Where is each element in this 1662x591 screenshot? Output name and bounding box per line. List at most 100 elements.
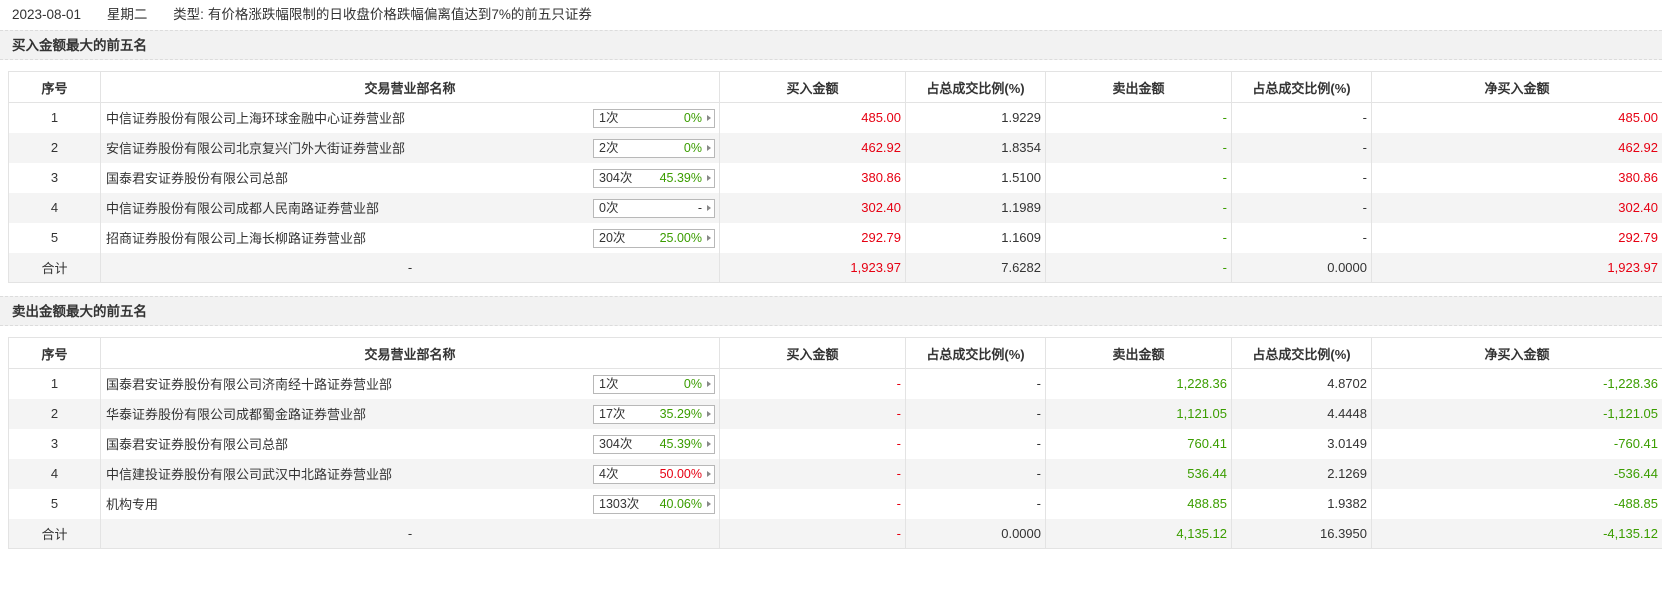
- dept-name-link[interactable]: 中信证券股份有限公司成都人民南路证券营业部: [106, 198, 379, 217]
- col-seq: 序号: [8, 337, 101, 369]
- dept-name-link[interactable]: 国泰君安证券股份有限公司总部: [106, 168, 288, 187]
- listing-frequency-button[interactable]: 17次 35.29%: [593, 404, 715, 424]
- listing-frequency-button[interactable]: 1303次 40.06%: [593, 494, 715, 514]
- sell-ratio: 1.9382: [1231, 488, 1372, 519]
- sell-ratio: -: [1231, 162, 1372, 193]
- buy-ratio: -: [905, 458, 1046, 489]
- buy-ratio: 1.1989: [905, 192, 1046, 223]
- sell-amount: -: [1045, 132, 1232, 163]
- success-rate: 0%: [683, 140, 702, 155]
- buy-amount: -: [719, 488, 906, 519]
- net-buy-amount: -1,121.05: [1371, 398, 1662, 429]
- caret-right-icon: [707, 204, 711, 211]
- dept-cell: 国泰君安证券股份有限公司济南经十路证券营业部 1次 0%: [100, 368, 720, 399]
- sell-ratio: 2.1269: [1231, 458, 1372, 489]
- table-row: 2 安信证券股份有限公司北京复兴门外大街证券营业部 2次 0% 462.92 1.8354…: [8, 132, 1662, 163]
- listing-count: 304次: [599, 436, 633, 451]
- total-sell-ratio: 0.0000: [1231, 252, 1372, 283]
- caret-right-icon: [707, 144, 711, 151]
- dept-cell: 中信证券股份有限公司成都人民南路证券营业部 0次 -: [100, 192, 720, 223]
- total-buy-amount: -: [719, 518, 906, 549]
- dept-name-link[interactable]: 中信证券股份有限公司上海环球金融中心证券营业部: [106, 108, 405, 127]
- listing-frequency-button[interactable]: 0次 -: [593, 198, 715, 218]
- buy-top5-table: 序号 交易营业部名称 买入金额 占总成交比例(%) 卖出金额 占总成交比例(%)…: [8, 71, 1662, 283]
- sell-ratio: 4.8702: [1231, 368, 1372, 399]
- row-seq: 4: [8, 192, 101, 223]
- caret-right-icon: [707, 381, 711, 387]
- listing-frequency-button[interactable]: 304次 45.39%: [593, 434, 715, 454]
- success-rate: 25.00%: [659, 230, 702, 245]
- row-seq: 5: [8, 488, 101, 519]
- dept-name-link[interactable]: 华泰证券股份有限公司成都蜀金路证券营业部: [106, 404, 366, 423]
- dept-name-link[interactable]: 国泰君安证券股份有限公司济南经十路证券营业部: [106, 374, 392, 393]
- col-buy: 买入金额: [719, 337, 906, 369]
- buy-amount: -: [719, 428, 906, 459]
- table-header-row: 序号 交易营业部名称 买入金额 占总成交比例(%) 卖出金额 占总成交比例(%)…: [8, 71, 1662, 103]
- sell-amount: 1,228.36: [1045, 368, 1232, 399]
- listing-frequency-button[interactable]: 1次 0%: [593, 375, 715, 394]
- listing-frequency-button[interactable]: 1次 0%: [593, 109, 715, 128]
- sell-ratio: -: [1231, 222, 1372, 253]
- row-seq: 2: [8, 398, 101, 429]
- total-net-amount: -4,135.12: [1371, 518, 1662, 549]
- total-buy-ratio: 7.6282: [905, 252, 1046, 283]
- row-seq: 3: [8, 162, 101, 193]
- sell-ratio: -: [1231, 132, 1372, 163]
- total-label: 合计: [8, 252, 101, 283]
- total-row: 合计 - -0.0000 4,135.12 16.3950 -4,135.12: [8, 518, 1662, 549]
- sell-amount: -: [1045, 162, 1232, 193]
- buy-amount: -: [719, 398, 906, 429]
- total-sell-amount: -: [1045, 252, 1232, 283]
- caret-right-icon: [707, 440, 711, 447]
- dept-cell: 华泰证券股份有限公司成都蜀金路证券营业部 17次 35.29%: [100, 398, 720, 429]
- table-row: 4 中信建投证券股份有限公司武汉中北路证券营业部 4次 50.00% - -536.44 2…: [8, 458, 1662, 489]
- dept-cell: 安信证券股份有限公司北京复兴门外大街证券营业部 2次 0%: [100, 132, 720, 163]
- buy-ratio: -: [905, 368, 1046, 399]
- listing-count: 20次: [599, 230, 626, 245]
- row-seq: 1: [8, 368, 101, 399]
- weekday: 星期二: [106, 7, 148, 22]
- dept-name-link[interactable]: 中信建投证券股份有限公司武汉中北路证券营业部: [106, 464, 392, 483]
- success-rate: 35.29%: [659, 406, 702, 421]
- col-buy-pct: 占总成交比例(%): [905, 337, 1046, 369]
- buy-section-title: 买入金额最大的前五名: [0, 30, 1662, 60]
- total-dept: -: [100, 252, 720, 283]
- col-sell: 卖出金额: [1045, 337, 1232, 369]
- col-sell: 卖出金额: [1045, 71, 1232, 103]
- row-seq: 3: [8, 428, 101, 459]
- dept-name-link[interactable]: 机构专用: [106, 494, 158, 513]
- dept-cell: 国泰君安证券股份有限公司总部 304次 45.39%: [100, 162, 720, 193]
- col-dept: 交易营业部名称: [100, 71, 720, 103]
- caret-right-icon: [707, 500, 711, 507]
- listing-frequency-button[interactable]: 2次 0%: [593, 138, 715, 158]
- total-label: 合计: [8, 518, 101, 549]
- caret-right-icon: [707, 410, 711, 417]
- table-row: 1 中信证券股份有限公司上海环球金融中心证券营业部 1次 0% 485.00 1.9229…: [8, 102, 1662, 133]
- dept-cell: 招商证券股份有限公司上海长柳路证券营业部 20次 25.00%: [100, 222, 720, 253]
- sell-amount: 488.85: [1045, 488, 1232, 519]
- caret-right-icon: [707, 234, 711, 241]
- sell-ratio: -: [1231, 102, 1372, 133]
- buy-amount: 302.40: [719, 192, 906, 223]
- listing-frequency-button[interactable]: 304次 45.39%: [593, 168, 715, 188]
- col-net: 净买入金额: [1371, 337, 1662, 369]
- table-row: 4 中信证券股份有限公司成都人民南路证券营业部 0次 -302.40 1.1989- -3…: [8, 192, 1662, 223]
- dept-cell: 中信证券股份有限公司上海环球金融中心证券营业部 1次 0%: [100, 102, 720, 133]
- buy-amount: 485.00: [719, 102, 906, 133]
- listing-frequency-button[interactable]: 4次 50.00%: [593, 464, 715, 484]
- listing-frequency-button[interactable]: 20次 25.00%: [593, 228, 715, 248]
- dept-name-link[interactable]: 国泰君安证券股份有限公司总部: [106, 434, 288, 453]
- row-seq: 2: [8, 132, 101, 163]
- table-row: 3 国泰君安证券股份有限公司总部 304次 45.39% - -760.41 3.0149-…: [8, 428, 1662, 459]
- sell-amount: 1,121.05: [1045, 398, 1232, 429]
- dept-name-link[interactable]: 安信证券股份有限公司北京复兴门外大街证券营业部: [106, 138, 405, 157]
- col-seq: 序号: [8, 71, 101, 103]
- caret-right-icon: [707, 470, 711, 477]
- dept-name-link[interactable]: 招商证券股份有限公司上海长柳路证券营业部: [106, 228, 366, 247]
- listing-count: 2次: [599, 140, 619, 155]
- table-row: 3 国泰君安证券股份有限公司总部 304次 45.39% 380.86 1.5100- -3…: [8, 162, 1662, 193]
- sell-table-body: 1 国泰君安证券股份有限公司济南经十路证券营业部 1次 0% - -1,228.36 4.8…: [8, 368, 1662, 549]
- total-sell-amount: 4,135.12: [1045, 518, 1232, 549]
- dept-cell: 国泰君安证券股份有限公司总部 304次 45.39%: [100, 428, 720, 459]
- listing-count: 1次: [599, 111, 619, 125]
